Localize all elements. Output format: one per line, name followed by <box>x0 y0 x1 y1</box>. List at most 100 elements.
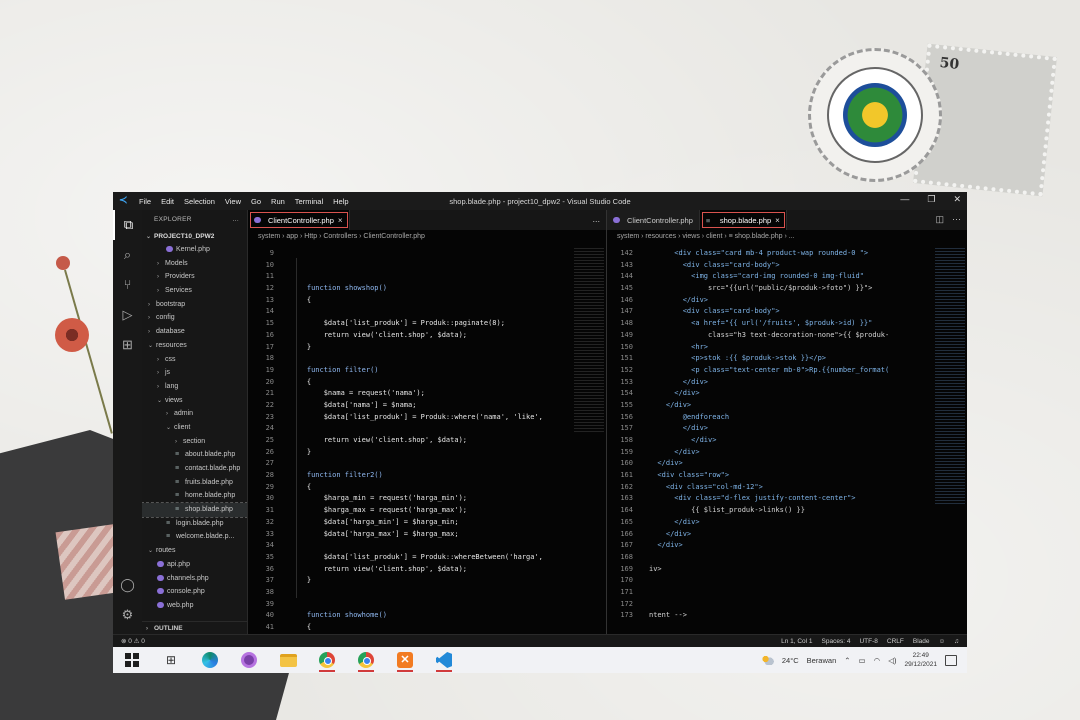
menu-item-view[interactable]: View <box>225 197 241 206</box>
encoding[interactable]: UTF-8 <box>859 638 877 645</box>
line-ending[interactable]: CRLF <box>887 638 904 645</box>
code-line[interactable]: 161 <div class="row"> <box>607 470 933 482</box>
tree-item[interactable]: › admin <box>142 407 247 421</box>
code-line[interactable]: 168 <box>607 552 933 564</box>
weather-condition[interactable]: Berawan <box>807 656 837 665</box>
code-line[interactable]: 162 <div class="col-md-12"> <box>607 482 933 494</box>
code-line[interactable]: 18 <box>248 353 572 365</box>
code-line[interactable]: 154 </div> <box>607 388 933 400</box>
tab-close-icon[interactable]: × <box>338 216 343 225</box>
code-line[interactable]: 28 function filter2() <box>248 470 572 482</box>
wifi-icon[interactable]: ◠ <box>874 656 881 665</box>
menu-item-edit[interactable]: Edit <box>161 197 174 206</box>
taskbar-github-desktop[interactable] <box>236 647 262 673</box>
tree-item[interactable]: › css <box>142 353 247 367</box>
taskbar-vscode[interactable] <box>431 647 457 673</box>
code-line[interactable]: 145 src="{{url("public/$produk->foto") }… <box>607 283 933 295</box>
code-line[interactable]: 144 <img class="card-img rounded-0 img-f… <box>607 271 933 283</box>
tree-item[interactable]: ≡ contact.blade.php <box>142 462 247 476</box>
code-line[interactable]: 19 function filter() <box>248 365 572 377</box>
code-line[interactable]: 12 function showshop() <box>248 283 572 295</box>
tree-item[interactable]: ≡ shop.blade.php <box>142 502 247 518</box>
tree-item[interactable]: ≡ fruits.blade.php <box>142 476 247 490</box>
close-icon[interactable]: ✕ <box>953 194 961 205</box>
notification-center-icon[interactable] <box>945 654 957 666</box>
tab-client-controller-inactive[interactable]: ClientController.php <box>607 210 700 230</box>
task-view-button[interactable]: ⊞ <box>158 647 184 673</box>
code-line[interactable]: 11 <box>248 271 572 283</box>
tree-item[interactable]: ⌄ views <box>142 394 247 408</box>
start-button[interactable] <box>119 647 145 673</box>
code-line[interactable]: 17 } <box>248 342 572 354</box>
minimap-right[interactable] <box>935 248 965 504</box>
code-line[interactable]: 160 </div> <box>607 458 933 470</box>
feedback-icon[interactable]: ☺ <box>938 638 945 645</box>
weather-temperature[interactable]: 24°C <box>782 656 799 665</box>
tree-item[interactable]: › Providers <box>142 270 247 284</box>
tree-item[interactable]: › Models <box>142 257 247 271</box>
code-line[interactable]: 32 $data['harga_min'] = $harga_min; <box>248 517 572 529</box>
code-area-right[interactable]: 142 <div class="card mb-4 product-wap ro… <box>607 248 933 634</box>
code-line[interactable]: 171 <box>607 587 933 599</box>
tree-item[interactable]: › section <box>142 435 247 449</box>
code-line[interactable]: 36 return view('client.shop', $data); <box>248 564 572 576</box>
code-line[interactable]: 34 <box>248 540 572 552</box>
code-line[interactable]: 158 </div> <box>607 435 933 447</box>
tree-item[interactable]: ⌄ resources <box>142 339 247 353</box>
tree-item[interactable]: ≡ welcome.blade.p... <box>142 530 247 544</box>
tree-item[interactable]: web.php <box>142 599 247 613</box>
tree-item[interactable]: channels.php <box>142 572 247 586</box>
account-icon[interactable]: ◯ <box>113 570 142 600</box>
code-line[interactable]: 159 </div> <box>607 447 933 459</box>
code-line[interactable]: 25 return view('client.shop', $data); <box>248 435 572 447</box>
language-mode[interactable]: Blade <box>913 638 930 645</box>
code-line[interactable]: 173 ntent --> <box>607 610 933 622</box>
code-line[interactable]: 165 </div> <box>607 517 933 529</box>
tree-item[interactable]: › js <box>142 366 247 380</box>
taskbar-chrome-2[interactable] <box>353 647 379 673</box>
code-line[interactable]: 27 <box>248 458 572 470</box>
code-line[interactable]: 38 <box>248 587 572 599</box>
menu-item-run[interactable]: Run <box>271 197 285 206</box>
code-line[interactable]: 153 </div> <box>607 377 933 389</box>
code-line[interactable]: 149 class="h3 text-decoration-none">{{ $… <box>607 330 933 342</box>
tab-shop-blade[interactable]: ≡ shop.blade.php × <box>699 210 787 230</box>
code-line[interactable]: 167 </div> <box>607 540 933 552</box>
network-icon[interactable]: ▭ <box>859 656 866 665</box>
code-line[interactable]: 148 <a href="{{ url('/fruits', $produk->… <box>607 318 933 330</box>
menu-item-help[interactable]: Help <box>333 197 348 206</box>
notifications-bell-icon[interactable]: ♫ <box>954 638 959 645</box>
code-line[interactable]: 157 </div> <box>607 423 933 435</box>
code-line[interactable]: 30 $harga_min = request('harga_min'); <box>248 493 572 505</box>
breadcrumb[interactable]: system › app › Http › Controllers › Clie… <box>248 230 606 244</box>
code-line[interactable]: 41 { <box>248 622 572 634</box>
code-line[interactable]: 22 $data['nama'] = $nama; <box>248 400 572 412</box>
menu-item-go[interactable]: Go <box>251 197 261 206</box>
taskbar-edge[interactable] <box>197 647 223 673</box>
source-control-icon[interactable]: ⑂ <box>113 270 142 300</box>
editor-more-button[interactable]: ... <box>592 214 600 224</box>
tree-item[interactable]: › config <box>142 311 247 325</box>
tree-item[interactable]: › bootstrap <box>142 298 247 312</box>
run-debug-icon[interactable]: ▷ <box>113 300 142 330</box>
menu-item-selection[interactable]: Selection <box>184 197 215 206</box>
outline-section[interactable]: › OUTLINE <box>142 621 247 634</box>
code-line[interactable]: 33 $data['harga_max'] = $harga_max; <box>248 529 572 541</box>
maximize-icon[interactable]: ❐ <box>927 194 935 205</box>
minimize-icon[interactable]: — <box>900 194 909 205</box>
code-line[interactable]: 16 return view('client.shop', $data); <box>248 330 572 342</box>
tree-item[interactable]: › database <box>142 325 247 339</box>
code-line[interactable]: 10 <box>248 260 572 272</box>
project-root[interactable]: ⌄ PROJECT10_DPW2 <box>142 230 247 243</box>
clock[interactable]: 22:49 29/12/2021 <box>904 651 937 669</box>
code-line[interactable]: 24 <box>248 423 572 435</box>
code-line[interactable]: 15 $data['list_produk'] = Produk::pagina… <box>248 318 572 330</box>
code-line[interactable]: 146 </div> <box>607 295 933 307</box>
minimap-left[interactable] <box>574 248 604 434</box>
code-line[interactable]: 155 </div> <box>607 400 933 412</box>
code-line[interactable]: 26 } <box>248 447 572 459</box>
menu-item-terminal[interactable]: Terminal <box>295 197 323 206</box>
code-line[interactable]: 23 $data['list_produk'] = Produk::where(… <box>248 412 572 424</box>
code-line[interactable]: 151 <p>stok :{{ $produk->stok }}</p> <box>607 353 933 365</box>
code-area-left[interactable]: 9 10 11 12 function showshop() 13 {14 15 $dat… <box>248 248 572 634</box>
